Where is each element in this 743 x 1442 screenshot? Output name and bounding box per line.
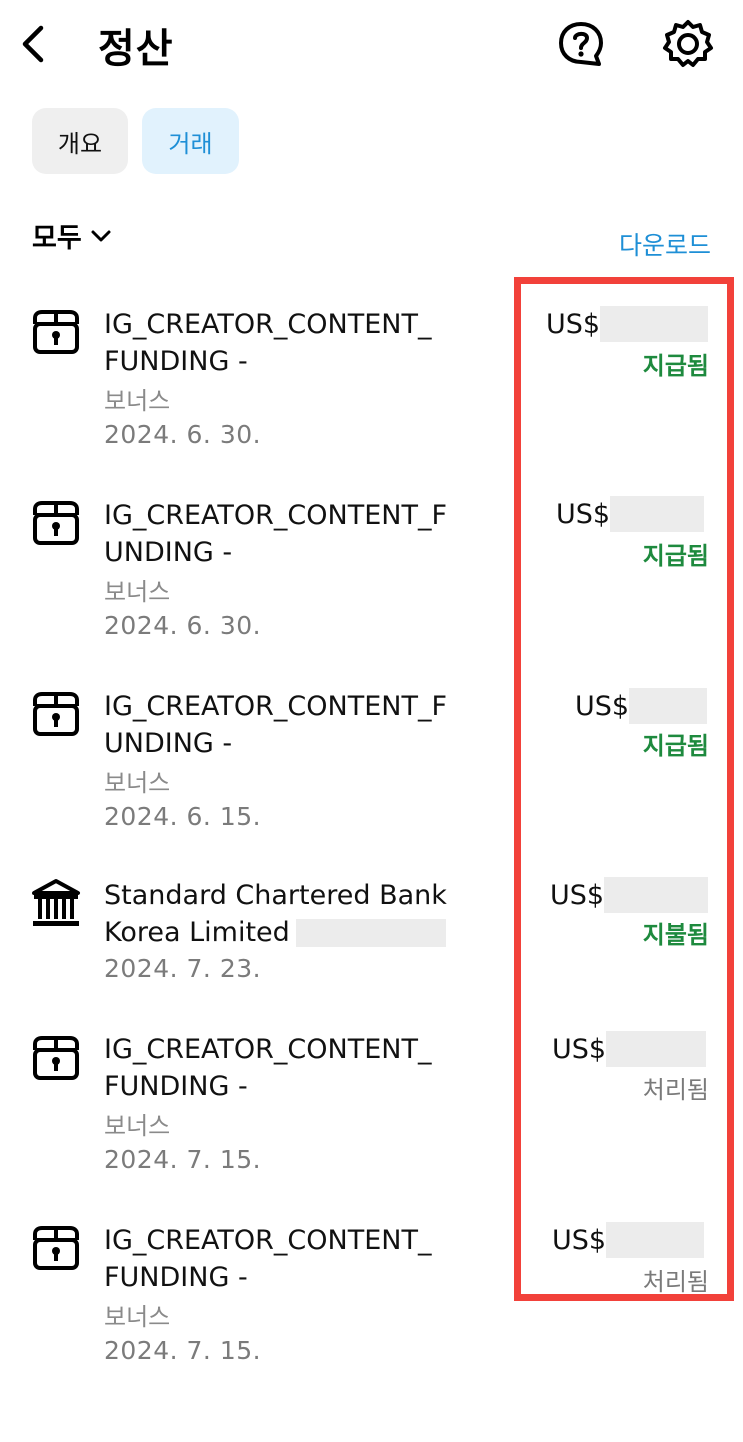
tab-overview[interactable]: 개요 [32, 108, 128, 174]
transaction-type: 보너스 [104, 1112, 171, 1140]
chevron-down-icon [91, 230, 111, 241]
gift-box-icon [33, 1226, 79, 1270]
transaction-date: 2024. 7. 23. [104, 954, 262, 983]
back-button[interactable] [10, 18, 54, 70]
transaction-date: 2024. 6. 30. [104, 420, 262, 449]
redacted-account [295, 918, 446, 947]
bank-icon [32, 879, 80, 926]
question-bubble-icon [559, 22, 603, 66]
transaction-name: IG_CREATOR_CONTENT_ FUNDING - [104, 1034, 432, 1102]
transaction-date: 2024. 6. 30. [104, 611, 262, 640]
filter-dropdown[interactable]: 모두 [32, 216, 112, 255]
transaction-name: IG_CREATOR_CONTENT_ FUNDING - [104, 309, 432, 377]
help-button[interactable] [555, 18, 607, 70]
transaction-date: 2024. 7. 15. [104, 1336, 262, 1365]
transaction-name: IG_CREATOR_CONTENT_F UNDING - [104, 500, 448, 568]
highlight-box [514, 277, 734, 1301]
gift-box-icon [33, 692, 79, 736]
gift-box-icon [33, 501, 79, 545]
transaction-name: IG_CREATOR_CONTENT_ FUNDING - [104, 1225, 432, 1293]
download-link[interactable]: 다운로드 [619, 226, 711, 262]
transaction-name: IG_CREATOR_CONTENT_F UNDING - [104, 691, 448, 759]
gift-box-icon [33, 310, 79, 354]
gift-box-icon [33, 1036, 79, 1080]
transaction-type: 보너스 [104, 1303, 171, 1331]
chevron-left-icon [22, 25, 44, 63]
page-title: 정산 [98, 26, 174, 72]
settings-button[interactable] [662, 18, 714, 70]
transaction-type: 보너스 [104, 387, 171, 415]
gear-icon [663, 20, 713, 67]
transaction-type: 보너스 [104, 769, 171, 797]
tab-transactions[interactable]: 거래 [142, 108, 239, 174]
transaction-date: 2024. 6. 15. [104, 802, 262, 831]
transaction-name: Standard Chartered Bank Korea Limited [104, 880, 447, 948]
transaction-date: 2024. 7. 15. [104, 1145, 262, 1174]
transaction-type: 보너스 [104, 578, 171, 606]
filter-label: 모두 [32, 223, 82, 254]
